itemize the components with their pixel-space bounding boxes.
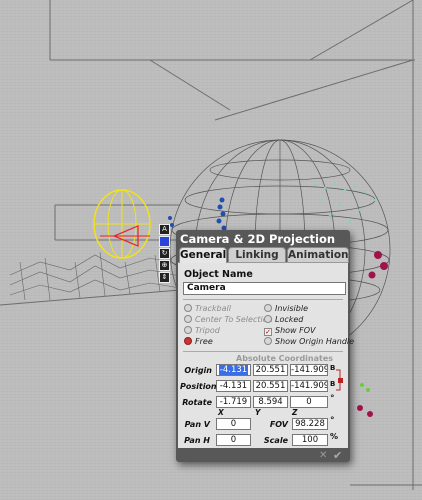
green-points [360,383,370,392]
origin-y-field[interactable]: 20.551 [253,364,288,376]
checkbox-icon [264,337,272,345]
ok-check-icon[interactable]: ✔ [333,449,342,462]
rotate-x-field[interactable]: -1.719 [216,396,251,408]
radio-icon [184,315,192,323]
scale-unit: % [330,432,339,441]
tab-general[interactable]: General [179,247,227,263]
camera-tool-icon[interactable]: ⇕ [159,272,170,283]
scale-field[interactable]: 100 [292,434,328,446]
divider [183,351,343,352]
object-name-field[interactable]: Camera [183,282,346,295]
pan-h-field[interactable]: 0 [216,434,251,446]
position-label: Position [180,382,217,391]
camera-projection-panel: Camera & 2D Projection General Linking A… [176,230,354,462]
mode-center-to-selection[interactable]: Center To Selection [184,315,273,324]
origin-label: Origin [184,366,212,375]
origin-z-field[interactable]: -141.909 [290,364,328,376]
tab-animation[interactable]: Animation [287,247,349,263]
mode-free[interactable]: Free [184,337,213,346]
camera-tool-icon[interactable]: ↻ [159,248,170,259]
checkmark-icon: ✓ [264,328,272,336]
camera-tool-icon[interactable]: ⊕ [159,260,170,271]
mode-trackball[interactable]: Trackball [184,304,231,313]
rotate-z-field[interactable]: 0 [290,396,328,408]
object-name-label: Object Name [184,269,253,280]
magenta-points [357,251,388,417]
mode-tripod[interactable]: Tripod [184,326,220,335]
origin-x-field[interactable]: -4.131 [216,364,251,376]
fov-label: FOV [269,420,288,429]
checkbox-icon [264,315,272,323]
camera-tool-icon[interactable] [159,236,170,247]
rotate-label: Rotate [182,398,212,407]
radio-icon [184,326,192,334]
axis-y-label: Y [255,408,261,417]
checkbox-icon [264,304,272,312]
pan-v-field[interactable]: 0 [216,418,251,430]
flag-locked[interactable]: Locked [264,315,303,324]
general-tab-content: Object Name Camera Trackball Center To S… [178,262,354,448]
axis-z-label: Z [292,408,298,417]
camera-tool-strip: A ↻ ⊕ ⇕ [159,224,170,284]
flag-invisible[interactable]: Invisible [264,304,308,313]
camera-gizmo-icon [93,189,151,259]
close-icon[interactable]: ✕ [319,450,327,461]
pan-h-label: Pan H [184,436,210,445]
rotate-y-field[interactable]: 8.594 [253,396,288,408]
divider [183,299,343,300]
panel-title: Camera & 2D Projection [180,232,336,246]
pan-v-label: Pan V [184,420,210,429]
axis-x-label: X [218,408,224,417]
flag-show-fov[interactable]: ✓ Show FOV [264,326,316,336]
fov-field[interactable]: 98.228 [292,418,328,430]
fov-unit: ° [330,416,335,426]
tab-linking[interactable]: Linking [228,247,286,263]
absolute-coordinates-header: Absolute Coordinates [236,354,334,363]
rotate-unit: ° [330,394,335,404]
position-y-field[interactable]: 20.551 [253,380,288,392]
radio-icon [184,304,192,312]
radio-selected-icon [184,337,192,345]
position-x-field[interactable]: -4.131 [216,380,251,392]
terrain-mesh [9,251,181,301]
camera-tool-icon[interactable]: A [159,224,170,235]
lock-icon[interactable] [334,368,344,392]
flag-show-origin-handle[interactable]: Show Origin Handle [264,337,354,346]
position-z-field[interactable]: -141.909 [290,380,328,392]
scale-label: Scale [263,436,288,445]
blue-points [166,197,227,234]
